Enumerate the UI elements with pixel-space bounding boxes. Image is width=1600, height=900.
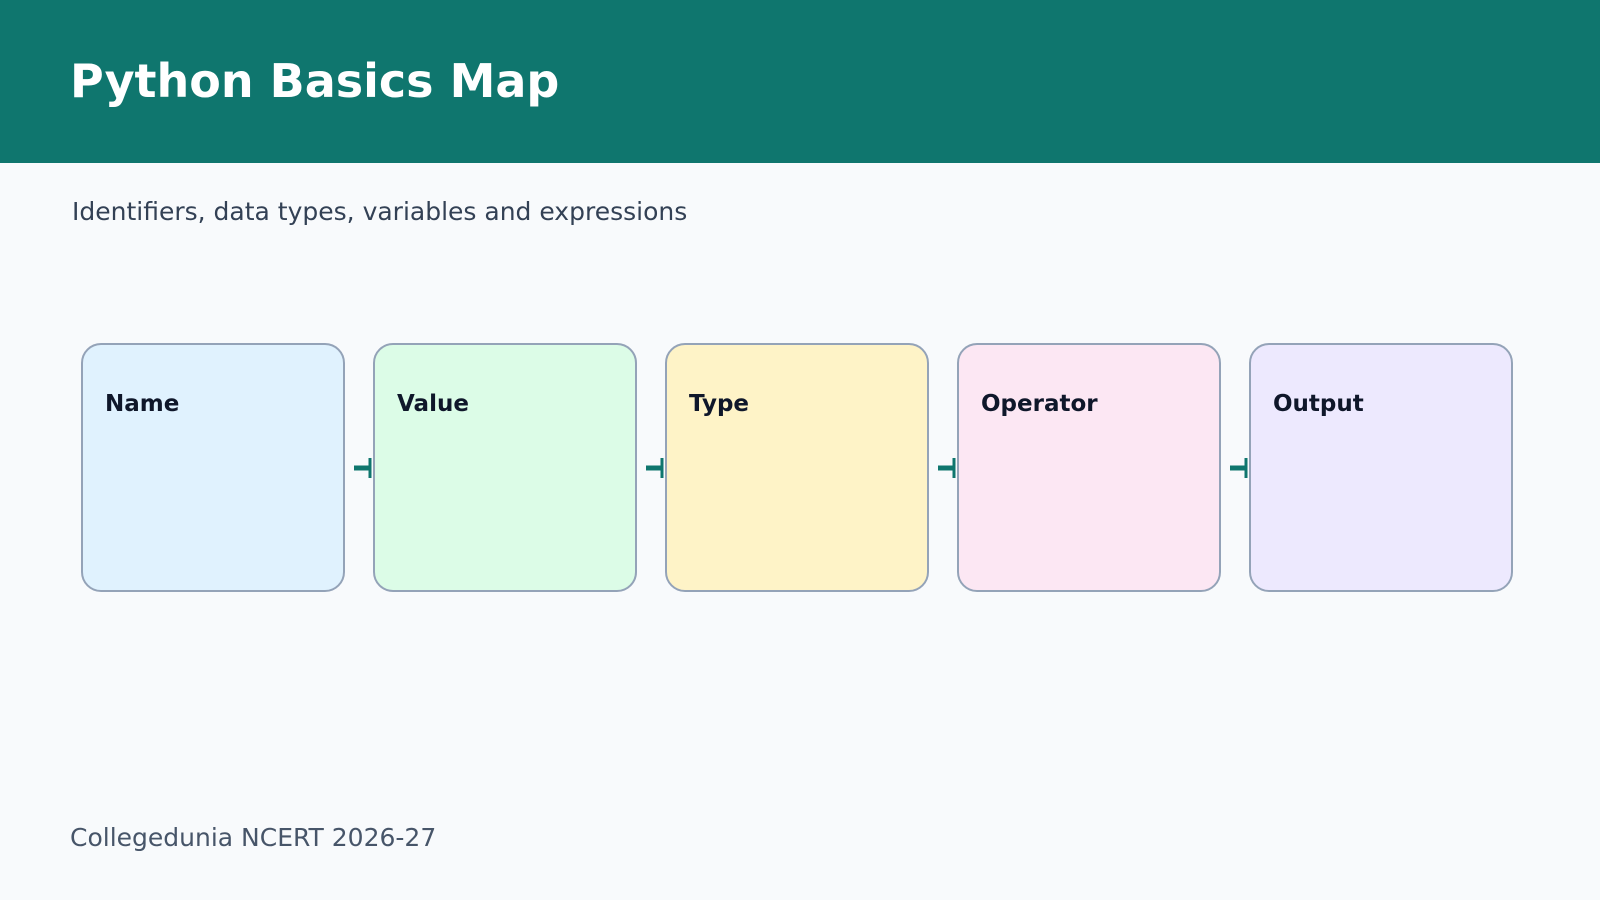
node-label: Type xyxy=(689,391,750,417)
node-type: Type xyxy=(665,343,929,592)
node-label: Name xyxy=(105,391,180,417)
node-value: Value xyxy=(373,343,637,592)
footer-credit: Collegedunia NCERT 2026-27 xyxy=(70,823,437,852)
node-label: Output xyxy=(1273,391,1364,417)
node-output: Output xyxy=(1249,343,1513,592)
page-subtitle: Identifiers, data types, variables and e… xyxy=(72,197,688,226)
node-label: Operator xyxy=(981,391,1098,417)
node-label: Value xyxy=(397,391,469,417)
node-name: Name xyxy=(81,343,345,592)
node-operator: Operator xyxy=(957,343,1221,592)
header-banner: Python Basics Map xyxy=(0,0,1600,163)
page-title: Python Basics Map xyxy=(70,54,560,108)
